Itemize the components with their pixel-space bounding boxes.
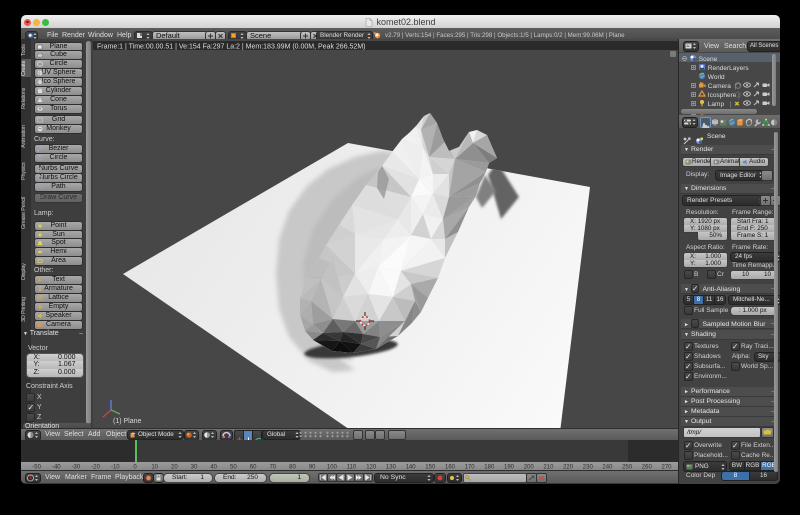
svg-text:Frame:1 | Time:00.00.51 | Ve:1: Frame:1 | Time:00.00.51 | Ve:154 Fa:297 … (97, 44, 366, 51)
svg-text:F: F (38, 278, 42, 283)
svg-text:(1) Plane: (1) Plane (113, 418, 142, 425)
